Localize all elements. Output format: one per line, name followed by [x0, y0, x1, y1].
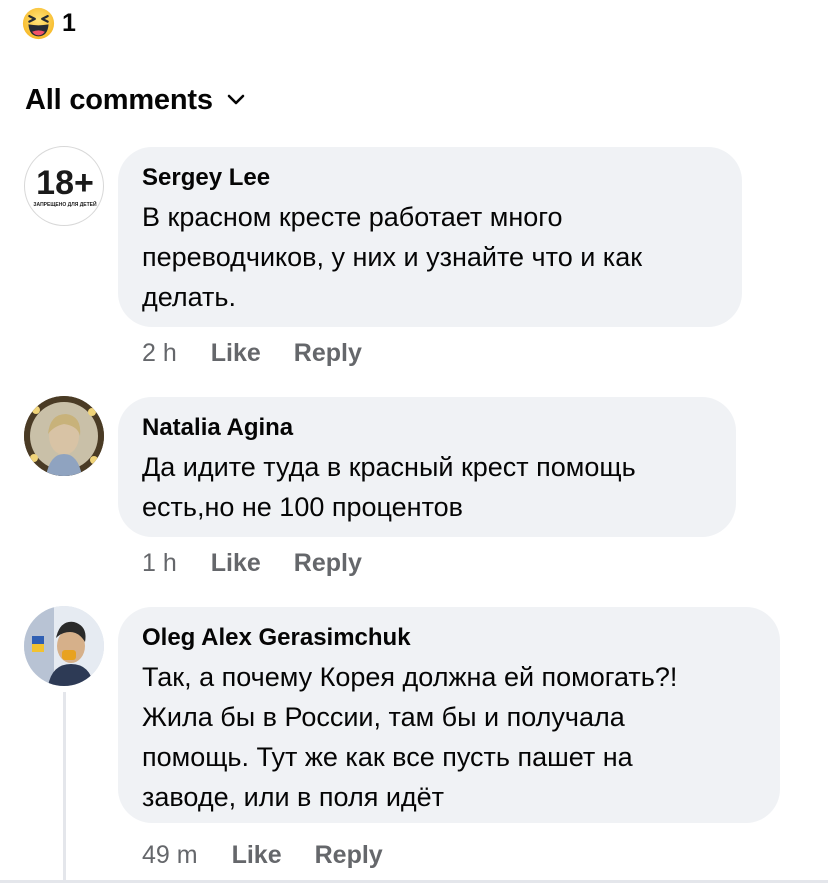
reply-button[interactable]: Reply — [294, 549, 362, 578]
like-button[interactable]: Like — [232, 841, 282, 870]
comment-author[interactable]: Sergey Lee — [142, 163, 718, 193]
oleg-avatar-image — [24, 606, 104, 686]
avatar[interactable] — [24, 396, 104, 476]
comment-bubble: Sergey Lee В красном кресте работает мно… — [118, 147, 742, 327]
comment-time[interactable]: 2 h — [142, 339, 177, 368]
avatar[interactable]: 18+ ЗАПРЕЩЕНО ДЛЯ ДЕТЕЙ — [24, 146, 104, 226]
avatar-18plus-text: 18+ — [36, 164, 94, 202]
reply-button[interactable]: Reply — [294, 339, 362, 368]
reaction-summary[interactable]: 1 — [22, 6, 76, 40]
comment-bubble: Natalia Agina Да идите туда в красный кр… — [118, 397, 736, 537]
18plus-avatar-image: 18+ ЗАПРЕЩЕНО ДЛЯ ДЕТЕЙ — [33, 164, 97, 208]
like-button[interactable]: Like — [211, 549, 261, 578]
comment-actions: 2 h Like Reply — [142, 336, 395, 370]
reply-thread-line — [63, 692, 66, 883]
laughing-emoji-icon — [22, 7, 55, 39]
comment-actions: 1 h Like Reply — [142, 546, 395, 580]
natalia-avatar-image — [24, 396, 104, 476]
chevron-down-icon — [227, 94, 245, 105]
avatar-subtext: ЗАПРЕЩЕНО ДЛЯ ДЕТЕЙ — [33, 200, 97, 208]
comment-filter-dropdown[interactable]: All comments — [25, 80, 245, 120]
comment-text: Так, а почему Корея должна ей помогать?!… — [142, 662, 678, 812]
comment-time[interactable]: 49 m — [142, 841, 198, 870]
comment-filter-label: All comments — [25, 83, 213, 116]
reaction-count: 1 — [62, 8, 76, 37]
comment-author[interactable]: Natalia Agina — [142, 413, 712, 443]
comment-bubble: Oleg Alex Gerasimchuk Так, а почему Коре… — [118, 607, 780, 823]
reply-button[interactable]: Reply — [315, 841, 383, 870]
comment-time[interactable]: 1 h — [142, 549, 177, 578]
comment-author[interactable]: Oleg Alex Gerasimchuk — [142, 623, 756, 653]
comments-page: 1 All comments 18+ ЗАПРЕЩЕНО ДЛЯ ДЕТЕЙ S… — [0, 0, 828, 883]
avatar[interactable] — [24, 606, 104, 686]
comment-actions: 49 m Like Reply — [142, 838, 416, 872]
comment-text: Да идите туда в красный крест помощь ест… — [142, 452, 636, 522]
like-button[interactable]: Like — [211, 339, 261, 368]
comment-text: В красном кресте работает много переводч… — [142, 202, 643, 312]
